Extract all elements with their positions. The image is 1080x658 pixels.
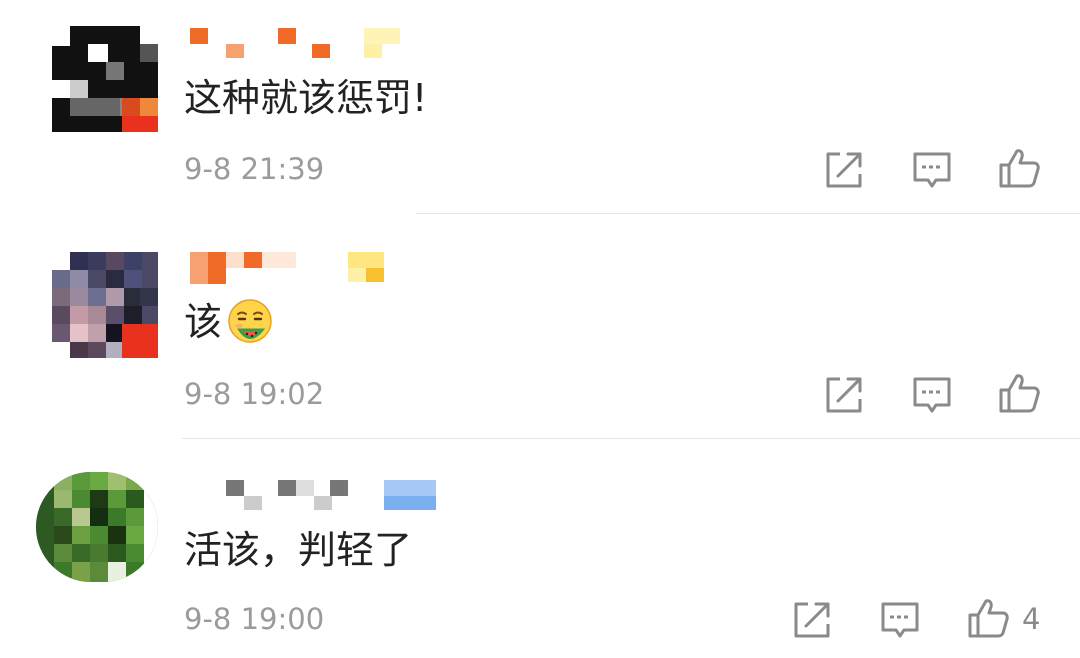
comment-icon[interactable]: [878, 598, 922, 642]
username-masked[interactable]: [190, 26, 410, 60]
comment-item: 该 9-8 19:02: [0, 214, 1080, 438]
comment-text-content: 该: [184, 300, 223, 344]
comment-item: 这种就该惩罚! 9-8 21:39: [0, 0, 1080, 214]
avatar[interactable]: [36, 472, 158, 582]
comment-item: 活该，判轻了 9-8 19:00 4: [0, 438, 1080, 658]
comment-timestamp: 9-8 19:02: [184, 377, 325, 411]
thumbs-up-icon[interactable]: [966, 596, 1010, 640]
share-icon[interactable]: [822, 148, 866, 192]
comment-icon[interactable]: [910, 148, 954, 192]
share-icon[interactable]: [790, 598, 834, 642]
thumbs-up-icon[interactable]: [997, 146, 1041, 190]
watermelon-eating-face-emoji: [228, 298, 272, 343]
comment-timestamp: 9-8 19:00: [184, 602, 325, 636]
comment-timestamp: 9-8 21:39: [184, 152, 325, 186]
comment-text: 活该，判轻了: [184, 528, 413, 572]
username-masked[interactable]: [190, 478, 450, 512]
username-masked[interactable]: [190, 250, 430, 284]
avatar[interactable]: [52, 252, 158, 358]
comment-icon[interactable]: [910, 373, 954, 417]
share-icon[interactable]: [822, 373, 866, 417]
like-count: 4: [1022, 602, 1041, 636]
avatar[interactable]: [52, 26, 158, 132]
comment-text: 该: [184, 298, 274, 347]
comment-text: 这种就该惩罚!: [184, 76, 428, 120]
thumbs-up-icon[interactable]: [997, 371, 1041, 415]
